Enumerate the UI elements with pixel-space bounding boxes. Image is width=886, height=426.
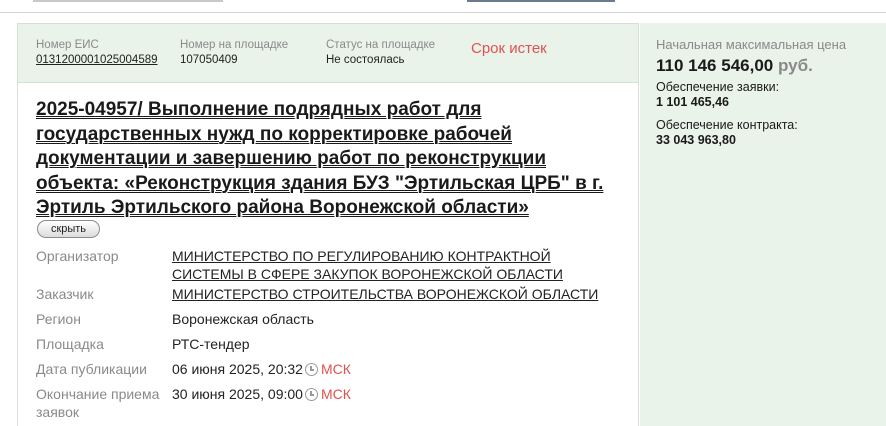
clock-icon: [304, 363, 318, 376]
platform-status: Статус на площадке Не состоялась: [326, 38, 435, 68]
published-label: Дата публикации: [36, 361, 147, 377]
price-value: 110 146 546,00: [656, 56, 774, 75]
top-field-edge: [33, 0, 223, 2]
timezone-label: МСК: [320, 386, 351, 402]
contract-security-label: Обеспечение контракта:: [656, 118, 798, 132]
clock-icon: [304, 388, 318, 401]
hide-button[interactable]: скрыть: [37, 220, 100, 238]
organizer-line-1: МИНИСТЕРСТВО ПО РЕГУЛИРОВАНИЮ КОНТРАКТНО…: [172, 248, 551, 264]
currency-label: руб.: [777, 56, 813, 75]
deadline-label-line-2: заявок: [36, 403, 79, 420]
deadline-label: Окончание приема заявок: [36, 386, 166, 421]
region-label: Регион: [36, 311, 81, 327]
top-toolbar-remnant: [0, 0, 886, 12]
tender-card: Номер ЕИС 0131200001025004589 Номер на п…: [17, 23, 639, 426]
published-date: 06 июня 2025, 20:32: [172, 361, 303, 377]
deadline-status-badge: Срок истек: [471, 40, 547, 57]
contract-security-value: 33 043 963,80: [656, 133, 736, 147]
platform-status-label: Статус на площадке: [326, 39, 436, 51]
bid-security-value: 1 101 465,46: [656, 95, 729, 109]
tender-title-text: 2025-04957/ Выполнение подрядных работ д…: [36, 99, 604, 218]
eis-number-link[interactable]: 0131200001025004589: [36, 53, 158, 68]
published-value: 06 июня 2025, 20:32 МСК: [172, 361, 612, 379]
tender-card-header: Номер ЕИС 0131200001025004589 Номер на п…: [18, 24, 638, 83]
eis-number-label: Номер ЕИС: [36, 39, 99, 51]
organizer-link[interactable]: МИНИСТЕРСТВО ПО РЕГУЛИРОВАНИЮ КОНТРАКТНО…: [172, 248, 612, 283]
organizer-line-2: СИСТЕМЫ В СФЕРЕ ЗАКУПОК ВОРОНЕЖСКОЙ ОБЛА…: [172, 265, 563, 282]
bid-security-label: Обеспечение заявки:: [656, 80, 780, 94]
customer-label: Заказчик: [36, 286, 94, 302]
deadline-date: 30 июня 2025, 09:00: [172, 386, 303, 402]
deadline-label-line-1: Окончание приема: [36, 386, 160, 402]
bid-security: Обеспечение заявки: 1 101 465,46: [656, 80, 779, 110]
top-button-edge: [467, 0, 615, 2]
contract-security: Обеспечение контракта: 33 043 963,80: [656, 118, 798, 148]
organizer-label: Организатор: [36, 248, 119, 264]
tender-title-link[interactable]: 2025-04957/ Выполнение подрядных работ д…: [36, 98, 626, 221]
customer-link[interactable]: МИНИСТЕРСТВО СТРОИТЕЛЬСТВА ВОРОНЕЖСКОЙ О…: [172, 286, 612, 304]
platform-label: Площадка: [36, 336, 104, 352]
platform-value: РТС-тендер: [172, 336, 250, 352]
deadline-value: 30 июня 2025, 09:00 МСК: [172, 386, 612, 404]
price-label: Начальная максимальная цена: [656, 37, 847, 52]
divider: [0, 12, 886, 13]
region-value: Воронежская область: [172, 311, 314, 327]
eis-number: Номер ЕИС 0131200001025004589: [36, 38, 158, 68]
timezone-label: МСК: [320, 361, 351, 377]
platform-number-value: 107050409: [180, 54, 238, 66]
price-panel: Начальная максимальная цена 110 146 546,…: [640, 23, 886, 426]
platform-number: Номер на площадке 107050409: [180, 38, 288, 68]
price-amount: 110 146 546,00 руб.: [656, 56, 813, 76]
platform-status-value: Не состоялась: [326, 54, 405, 66]
platform-number-label: Номер на площадке: [180, 39, 289, 51]
